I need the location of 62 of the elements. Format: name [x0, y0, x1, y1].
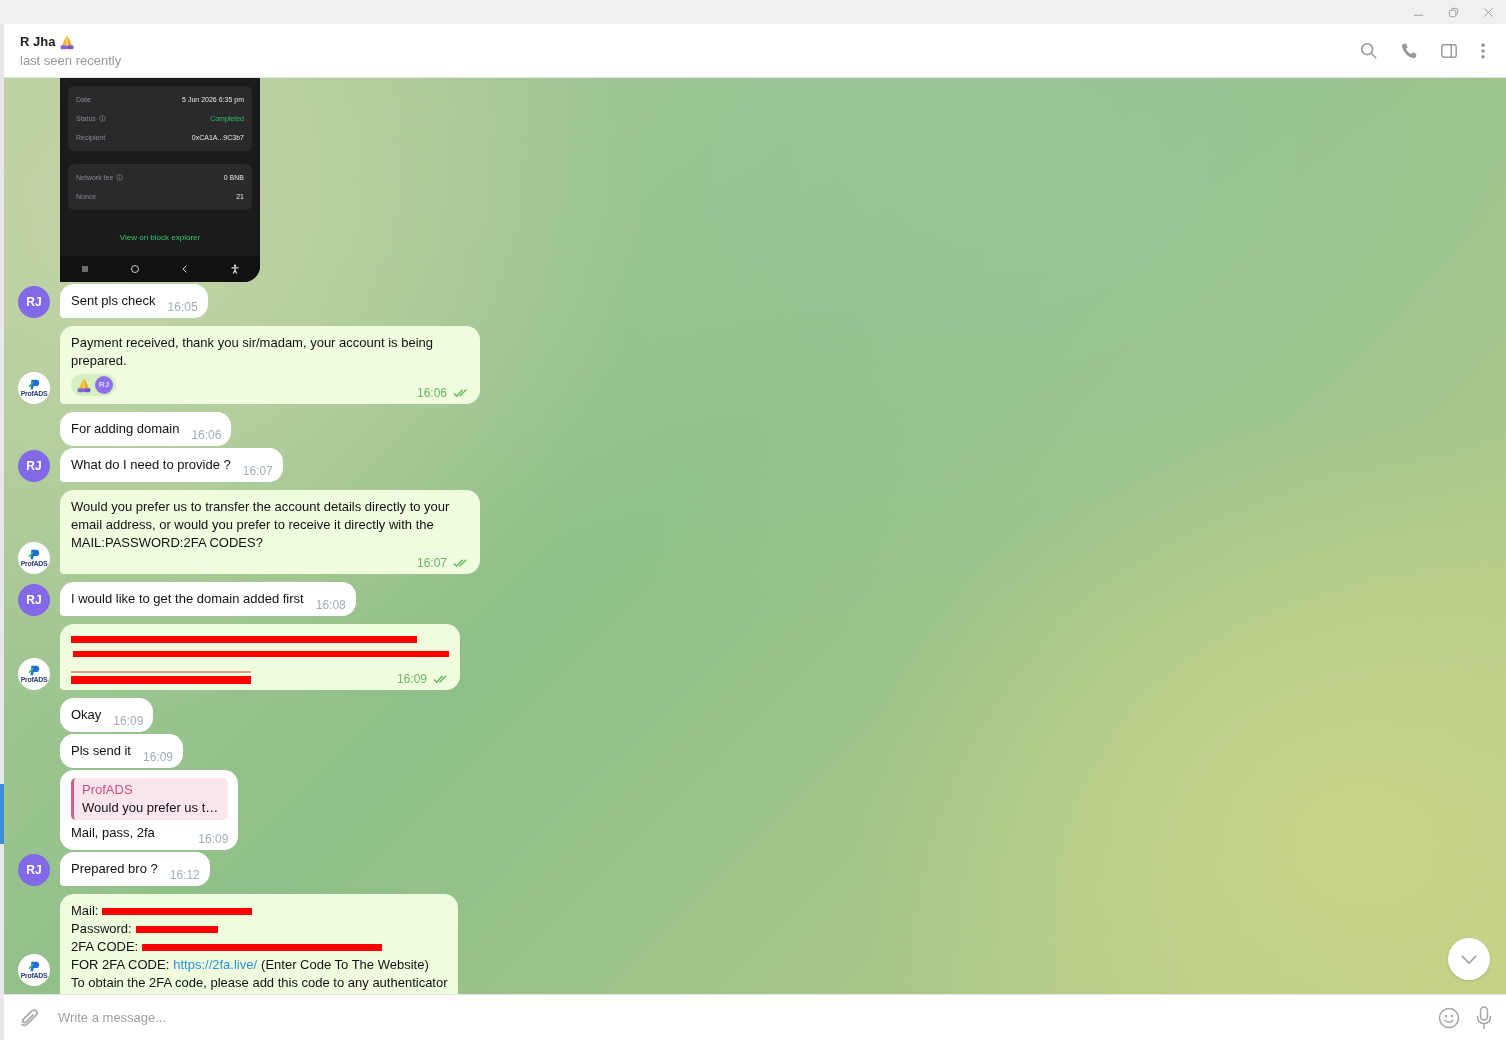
phone-icon[interactable]	[1400, 41, 1418, 60]
message-text: Pls send it	[71, 742, 131, 760]
message-input[interactable]: Write a message...	[56, 1009, 1422, 1026]
reply-quote[interactable]: ProfADS Would you prefer us t…	[71, 778, 229, 820]
chevron-down-icon	[1460, 953, 1478, 965]
message-text: Mail, pass, 2fa	[71, 824, 155, 842]
field-label: Password:	[71, 920, 132, 938]
message-text: Sent pls check	[71, 292, 156, 310]
avatar[interactable]: RJ	[18, 450, 50, 482]
message-text: Would you prefer us to transfer the account details directly to your email address, or would you prefer to receive it directly with the MAIL:PASSWORD:2FA CODES?	[71, 498, 451, 552]
quote-text: Would you prefer us t…	[82, 799, 219, 817]
message-text: Okay	[71, 706, 102, 724]
emoji-icon[interactable]	[1438, 1006, 1460, 1029]
message-text: Payment received, thank you sir/madam, your account is being prepared.	[71, 334, 434, 370]
restore-icon[interactable]	[1448, 6, 1459, 18]
field-label: FOR 2FA CODE:	[71, 956, 170, 974]
microphone-icon[interactable]	[1476, 1005, 1492, 1030]
avatar[interactable]: RJ	[18, 286, 50, 318]
message-text: For adding domain	[71, 420, 180, 438]
avatar[interactable]: RJ	[18, 584, 50, 616]
attach-icon[interactable]	[18, 1006, 40, 1029]
message-time: 16:06	[191, 428, 222, 442]
field-label: Mail:	[71, 902, 99, 920]
chat-title: R Jha	[20, 34, 56, 49]
avatar[interactable]: RJ	[18, 854, 50, 886]
message-time: 16:07	[242, 464, 273, 478]
accessibility-icon	[230, 264, 240, 274]
reactor-avatar: RJ	[95, 376, 113, 394]
scroll-down-button[interactable]	[1448, 938, 1490, 980]
selection-marker	[0, 784, 4, 844]
back-icon	[180, 264, 190, 274]
message-time: 16:09	[198, 832, 229, 846]
explorer-link[interactable]: View on block explorer	[119, 223, 201, 248]
message-time: 16:08	[315, 598, 346, 612]
logo-icon	[27, 960, 41, 972]
home-icon	[130, 264, 140, 274]
praying-hands-icon	[59, 33, 76, 50]
reaction-pill[interactable]: RJ	[71, 374, 116, 396]
logo-icon	[27, 664, 41, 676]
message-text: Prepared bro ?	[71, 860, 158, 878]
field-label: 2FA CODE:	[71, 938, 139, 956]
logo-icon	[27, 548, 41, 560]
message-time: 16:05	[167, 300, 198, 314]
message-time: 16:12	[169, 868, 200, 882]
chat-status: last seen recently	[20, 52, 122, 68]
message-text: To obtain the 2FA code, please add this code to any authenticator	[71, 974, 448, 992]
praying-hands-icon	[76, 377, 92, 393]
recents-icon	[80, 264, 90, 274]
close-icon[interactable]	[1483, 6, 1494, 18]
link-note: (Enter Code To The Website)	[261, 956, 429, 974]
sidebar-toggle-icon[interactable]	[1440, 41, 1458, 60]
search-icon[interactable]	[1360, 41, 1378, 60]
message-time: 16:09	[143, 750, 173, 764]
more-icon[interactable]	[1480, 41, 1486, 60]
quote-author: ProfADS	[82, 781, 134, 799]
message-time: 16:09	[113, 714, 144, 728]
message-time: 16:07	[416, 556, 447, 570]
message-text: I would like to get the domain added first	[71, 590, 304, 608]
message-text: What do I need to provide ?	[71, 456, 231, 474]
message-time: 16:09	[396, 672, 427, 686]
message-time: 16:06	[416, 386, 447, 400]
logo-icon	[27, 378, 41, 390]
